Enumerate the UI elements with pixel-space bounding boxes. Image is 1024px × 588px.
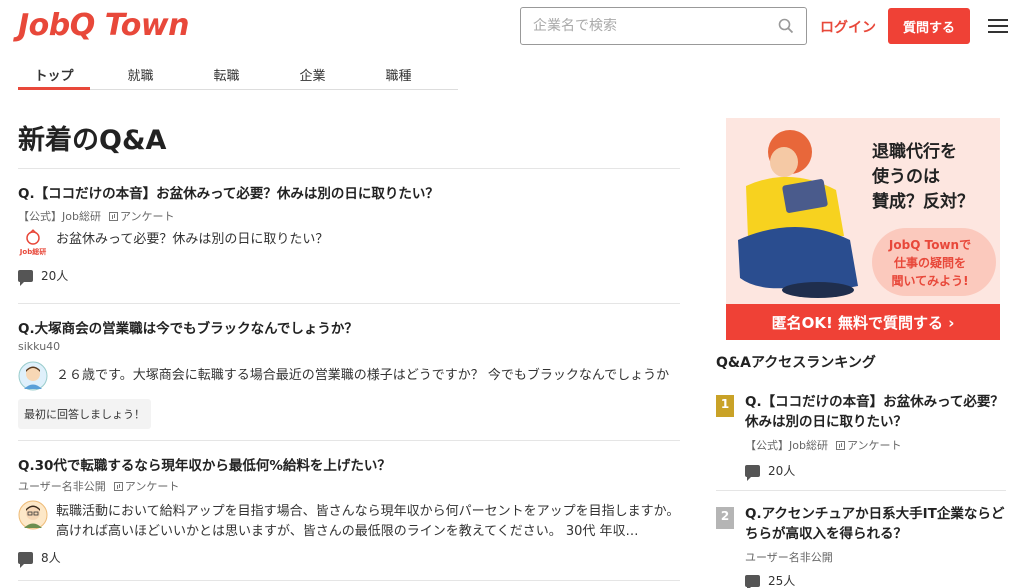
svg-text:Job総研: Job総研 [19,247,46,256]
ranking-title: Q&Aアクセスランキング [716,355,876,371]
question-meta: ユーザー名非公開 アンケート [18,478,179,494]
chart-icon [108,212,118,221]
rank-badge: 2 [716,507,734,534]
ranking-question-title[interactable]: Q.アクセンチュアか日系大手IT企業ならどちらが高収入を得られる？ [745,504,1007,544]
tab-job-hunting[interactable]: 就職 [105,58,176,89]
answer-count: 8人 [18,549,61,568]
chart-icon [113,482,123,491]
author-name[interactable]: 【公式】Job総研 [18,208,101,224]
page-title: 新着のQ&A [18,125,167,156]
chart-icon [835,441,845,450]
ask-question-button[interactable]: 質問する [888,8,970,44]
banner-subtext: JobQ Townで 仕事の疑問を 聞いてみよう! [888,238,972,288]
survey-tag: アンケート [835,437,902,453]
list-item[interactable]: Q.30代で転職するなら現年収から最低何%給料を上げたい？ ユーザー名非公開 ア… [18,440,680,580]
promo-banner[interactable]: 退職代行を 使うのは 賛成？反対？ JobQ Townで 仕事の疑問を 聞いてみ… [726,118,1000,340]
login-link[interactable]: ログイン [820,17,876,37]
answer-count: 20人 [18,267,68,286]
menu-icon[interactable] [988,19,1008,33]
tab-top[interactable]: トップ [18,58,90,90]
question-body: お盆休みって必要？休みは別の日に取りたい？ [56,232,329,247]
question-body: 転職活動において給料アップを目指す場合、皆さんなら現年収から何パーセントをアップ… [56,504,680,539]
author-name[interactable]: sikku40 [18,340,60,353]
jobsoken-logo-icon: Job総研 [18,229,48,257]
user-avatar [18,361,48,395]
question-title[interactable]: Q.大塚商会の営業職は今でもブラックなんでしょうか？ [18,317,358,337]
author-name[interactable]: ユーザー名非公開 [18,478,106,494]
comment-icon [745,464,760,481]
question-title[interactable]: Q.30代で転職するなら現年収から最低何%給料を上げたい？ [18,454,391,474]
question-meta: 【公式】Job総研 アンケート [18,208,175,224]
ranking-item[interactable]: 1 Q.【ココだけの本音】お盆休みって必要？休みは別の日に取りたい？ 【公式】J… [716,392,1006,492]
question-title[interactable]: Q.【ココだけの本音】お盆休みって必要？休みは別の日に取りたい？ [18,182,439,202]
comment-icon [745,574,760,588]
ranking-divider [716,490,1006,491]
list-item[interactable]: Q.大塚商会の営業職は今でもブラックなんでしょうか？ sikku40 ２６歳です… [18,303,680,440]
search-box[interactable] [520,7,807,45]
list-item[interactable]: Q.【ココだけの本音】お盆休みって必要？休みは別の日に取りたい？ 【公式】Job… [18,168,680,303]
question-body: ２６歳です。大塚商会に転職する場合最近の営業職の様子はどうですか？ 今でもブラッ… [56,368,670,383]
first-answer-button[interactable]: 最初に回答しましょう！ [18,399,151,429]
survey-tag: アンケート [113,478,179,494]
search-input[interactable] [533,18,778,34]
tab-career-change[interactable]: 転職 [191,58,262,89]
answer-count: 25人 [745,572,795,588]
ranking-item[interactable]: 2 Q.アクセンチュアか日系大手IT企業ならどちらが高収入を得られる？ ユーザー… [716,504,1006,588]
search-icon[interactable] [778,18,794,34]
author-name[interactable]: 【公式】Job総研 [745,437,828,453]
category-nav: トップ 就職 転職 企業 職種 [18,58,458,90]
banner-ask-button[interactable]: 匿名OK! 無料で質問する › [726,304,1000,340]
banner-headline: 退職代行を 使うのは 賛成？反対？ [872,142,974,212]
qa-list: Q.【ココだけの本音】お盆休みって必要？休みは別の日に取りたい？ 【公式】Job… [18,168,680,581]
survey-tag: アンケート [108,208,175,224]
ranking-question-title[interactable]: Q.【ココだけの本音】お盆休みって必要？休みは別の日に取りたい？ [745,392,1007,432]
comment-icon [18,551,33,568]
author-name[interactable]: ユーザー名非公開 [745,549,833,565]
tab-companies[interactable]: 企業 [277,58,348,89]
answer-count: 20人 [745,462,795,481]
site-logo[interactable]: JobQ Town [18,8,189,43]
person-illustration [738,130,858,298]
question-meta: sikku40 [18,340,60,353]
ranking-meta: ユーザー名非公開 [745,549,833,565]
comment-icon [18,269,33,286]
rank-badge: 1 [716,395,734,422]
user-avatar [18,500,48,534]
tab-occupations[interactable]: 職種 [363,58,434,89]
list-divider [18,580,680,581]
ranking-meta: 【公式】Job総研 アンケート [745,437,902,453]
